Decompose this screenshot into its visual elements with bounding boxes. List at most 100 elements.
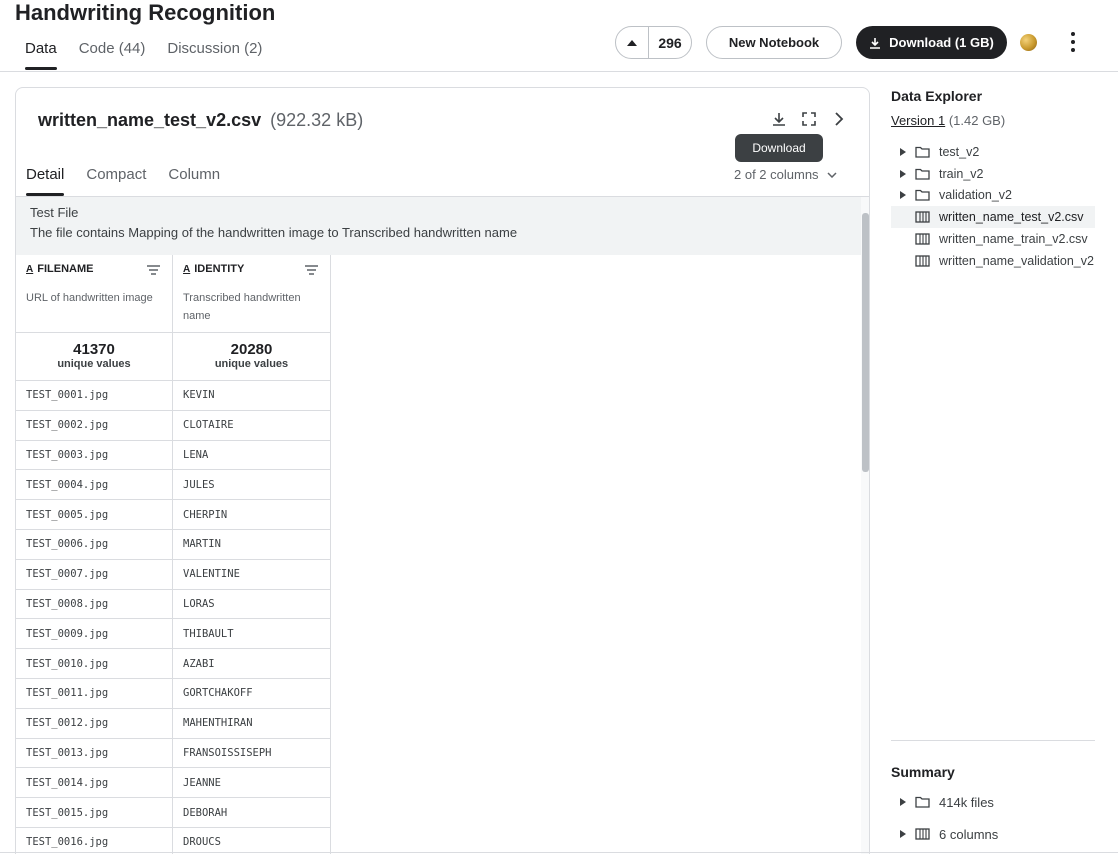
folder-icon bbox=[915, 189, 939, 202]
expand-arrow-icon[interactable] bbox=[891, 798, 915, 806]
identity-cell: THIBAULT bbox=[173, 619, 331, 649]
table-row: TEST_0009.jpg THIBAULT bbox=[16, 619, 331, 650]
table-row: TEST_0003.jpg LENA bbox=[16, 440, 331, 471]
tab-column[interactable]: Column bbox=[168, 166, 220, 196]
description-title: Test File bbox=[30, 205, 79, 220]
file-card: written_name_test_v2.csv (922.32 kB) Dow… bbox=[15, 87, 870, 854]
table-row: TEST_0016.jpg DROUCS bbox=[16, 827, 331, 854]
data-explorer-title: Data Explorer bbox=[891, 88, 983, 104]
filename-cell: TEST_0008.jpg bbox=[16, 589, 173, 619]
scrollbar-thumb[interactable] bbox=[862, 213, 869, 472]
table-row: TEST_0001.jpg KEVIN bbox=[16, 381, 331, 411]
tree-item[interactable]: written_name_test_v2.csv bbox=[891, 206, 1095, 229]
table-row: TEST_0012.jpg MAHENTHIRAN bbox=[16, 708, 331, 739]
chevron-down-icon bbox=[827, 171, 837, 178]
tab-compact[interactable]: Compact bbox=[86, 166, 146, 196]
summary-item-label: 414k files bbox=[939, 794, 994, 810]
main-tabs: Data Code (44) Discussion (2) bbox=[25, 40, 262, 70]
tree-item-label: written_name_train_v2.csv bbox=[939, 232, 1088, 247]
filename-cell: TEST_0014.jpg bbox=[16, 768, 173, 798]
tree-item[interactable]: test_v2 bbox=[891, 141, 1095, 163]
identity-cell: MARTIN bbox=[173, 529, 331, 559]
expand-arrow-icon[interactable] bbox=[891, 169, 915, 178]
unique-count: 20280 bbox=[230, 341, 273, 358]
table-row: TEST_0002.jpg CLOTAIRE bbox=[16, 410, 331, 441]
download-dataset-label: Download (1 GB) bbox=[889, 35, 994, 50]
tab-code[interactable]: Code (44) bbox=[79, 40, 146, 70]
identity-cell: JULES bbox=[173, 470, 331, 500]
sort-icon[interactable] bbox=[147, 265, 160, 275]
expand-arrow-icon[interactable] bbox=[891, 147, 915, 156]
column-description: URL of handwritten image bbox=[26, 292, 153, 304]
tree-item[interactable]: written_name_train_v2.csv bbox=[891, 228, 1095, 250]
unique-count: 41370 bbox=[73, 341, 115, 358]
table-icon bbox=[915, 211, 939, 223]
header-divider bbox=[0, 71, 1118, 72]
unique-label: unique values bbox=[57, 358, 131, 370]
summary-item[interactable]: 414k files bbox=[891, 786, 1095, 818]
file-title: written_name_test_v2.csv (922.32 kB) bbox=[38, 110, 363, 131]
expand-arrow-icon[interactable] bbox=[891, 830, 915, 838]
sort-icon[interactable] bbox=[305, 265, 318, 275]
column-name: IDENTITY bbox=[194, 263, 245, 275]
new-notebook-button[interactable]: New Notebook bbox=[706, 26, 842, 59]
identity-cell: JEANNE bbox=[173, 768, 331, 798]
folder-icon bbox=[915, 146, 939, 158]
string-type-icon: A bbox=[183, 263, 191, 275]
table-row: TEST_0011.jpg GORTCHAKOFF bbox=[16, 678, 331, 709]
tree-item[interactable]: train_v2 bbox=[891, 163, 1095, 185]
column-selector[interactable]: 2 of 2 columns bbox=[734, 167, 837, 182]
table-icon bbox=[915, 828, 939, 840]
tree-item[interactable]: written_name_validation_v2.csv bbox=[891, 250, 1095, 272]
bottom-divider bbox=[0, 852, 1118, 853]
filename-cell: TEST_0009.jpg bbox=[16, 619, 173, 649]
upvote-button[interactable] bbox=[616, 27, 649, 58]
medal-icon bbox=[1020, 34, 1037, 51]
tree-item-label: written_name_validation_v2.csv bbox=[939, 253, 1095, 268]
table-row: TEST_0007.jpg VALENTINE bbox=[16, 559, 331, 590]
column-count: 2 of 2 columns bbox=[734, 167, 819, 182]
folder-icon bbox=[915, 796, 939, 808]
table-header-row: A FILENAME URL of handwritten image A IDEN… bbox=[16, 255, 331, 333]
version-info: Version 1 (1.42 GB) bbox=[891, 113, 1005, 128]
file-description: Test File The file contains Mapping of t… bbox=[16, 197, 863, 255]
download-dataset-button[interactable]: Download (1 GB) bbox=[856, 26, 1007, 59]
filename-cell: TEST_0003.jpg bbox=[16, 440, 173, 470]
folder-icon bbox=[915, 168, 939, 180]
more-options-icon[interactable] bbox=[1068, 32, 1078, 52]
table-icon bbox=[915, 233, 939, 245]
string-type-icon: A bbox=[26, 263, 34, 275]
identity-cell: KEVIN bbox=[173, 381, 331, 410]
table-body: TEST_0001.jpg KEVIN TEST_0002.jpg CLOTAIRE T… bbox=[16, 381, 331, 854]
table-row: TEST_0010.jpg AZABI bbox=[16, 649, 331, 679]
view-tabs: Detail Compact Column bbox=[26, 166, 220, 196]
filename-cell: TEST_0010.jpg bbox=[16, 649, 173, 678]
chevron-right-icon[interactable] bbox=[830, 110, 848, 128]
tab-discussion[interactable]: Discussion (2) bbox=[167, 40, 262, 70]
column-header-filename[interactable]: A FILENAME URL of handwritten image bbox=[16, 255, 173, 332]
file-size: (922.32 kB) bbox=[270, 110, 364, 130]
identity-cell: GORTCHAKOFF bbox=[173, 678, 331, 708]
filename-cell: TEST_0011.jpg bbox=[16, 678, 173, 708]
fullscreen-icon[interactable] bbox=[800, 110, 818, 128]
column-name: FILENAME bbox=[37, 263, 94, 275]
unique-stat-identity: 20280 unique values bbox=[173, 333, 331, 380]
column-header-identity[interactable]: A IDENTITY Transcribed handwritten name bbox=[173, 255, 331, 332]
description-text: The file contains Mapping of the handwri… bbox=[30, 225, 518, 240]
filename-cell: TEST_0016.jpg bbox=[16, 827, 173, 854]
summary-title: Summary bbox=[891, 764, 955, 780]
download-icon[interactable] bbox=[770, 110, 788, 128]
download-icon bbox=[870, 37, 881, 49]
vote-count: 296 bbox=[658, 34, 682, 51]
summary-item[interactable]: 6 columns bbox=[891, 818, 1095, 850]
tree-item-label: train_v2 bbox=[939, 166, 984, 181]
table-row: TEST_0006.jpg MARTIN bbox=[16, 529, 331, 560]
version-link[interactable]: Version 1 bbox=[891, 113, 945, 128]
expand-arrow-icon[interactable] bbox=[891, 191, 915, 200]
tree-item[interactable]: validation_v2 bbox=[891, 185, 1095, 207]
filename-cell: TEST_0006.jpg bbox=[16, 529, 173, 559]
table-row: TEST_0015.jpg DEBORAH bbox=[16, 798, 331, 828]
tab-data[interactable]: Data bbox=[25, 40, 57, 70]
file-tree: test_v2 train_v2 validation_v2 written_name… bbox=[891, 141, 1095, 272]
tab-detail[interactable]: Detail bbox=[26, 166, 65, 196]
